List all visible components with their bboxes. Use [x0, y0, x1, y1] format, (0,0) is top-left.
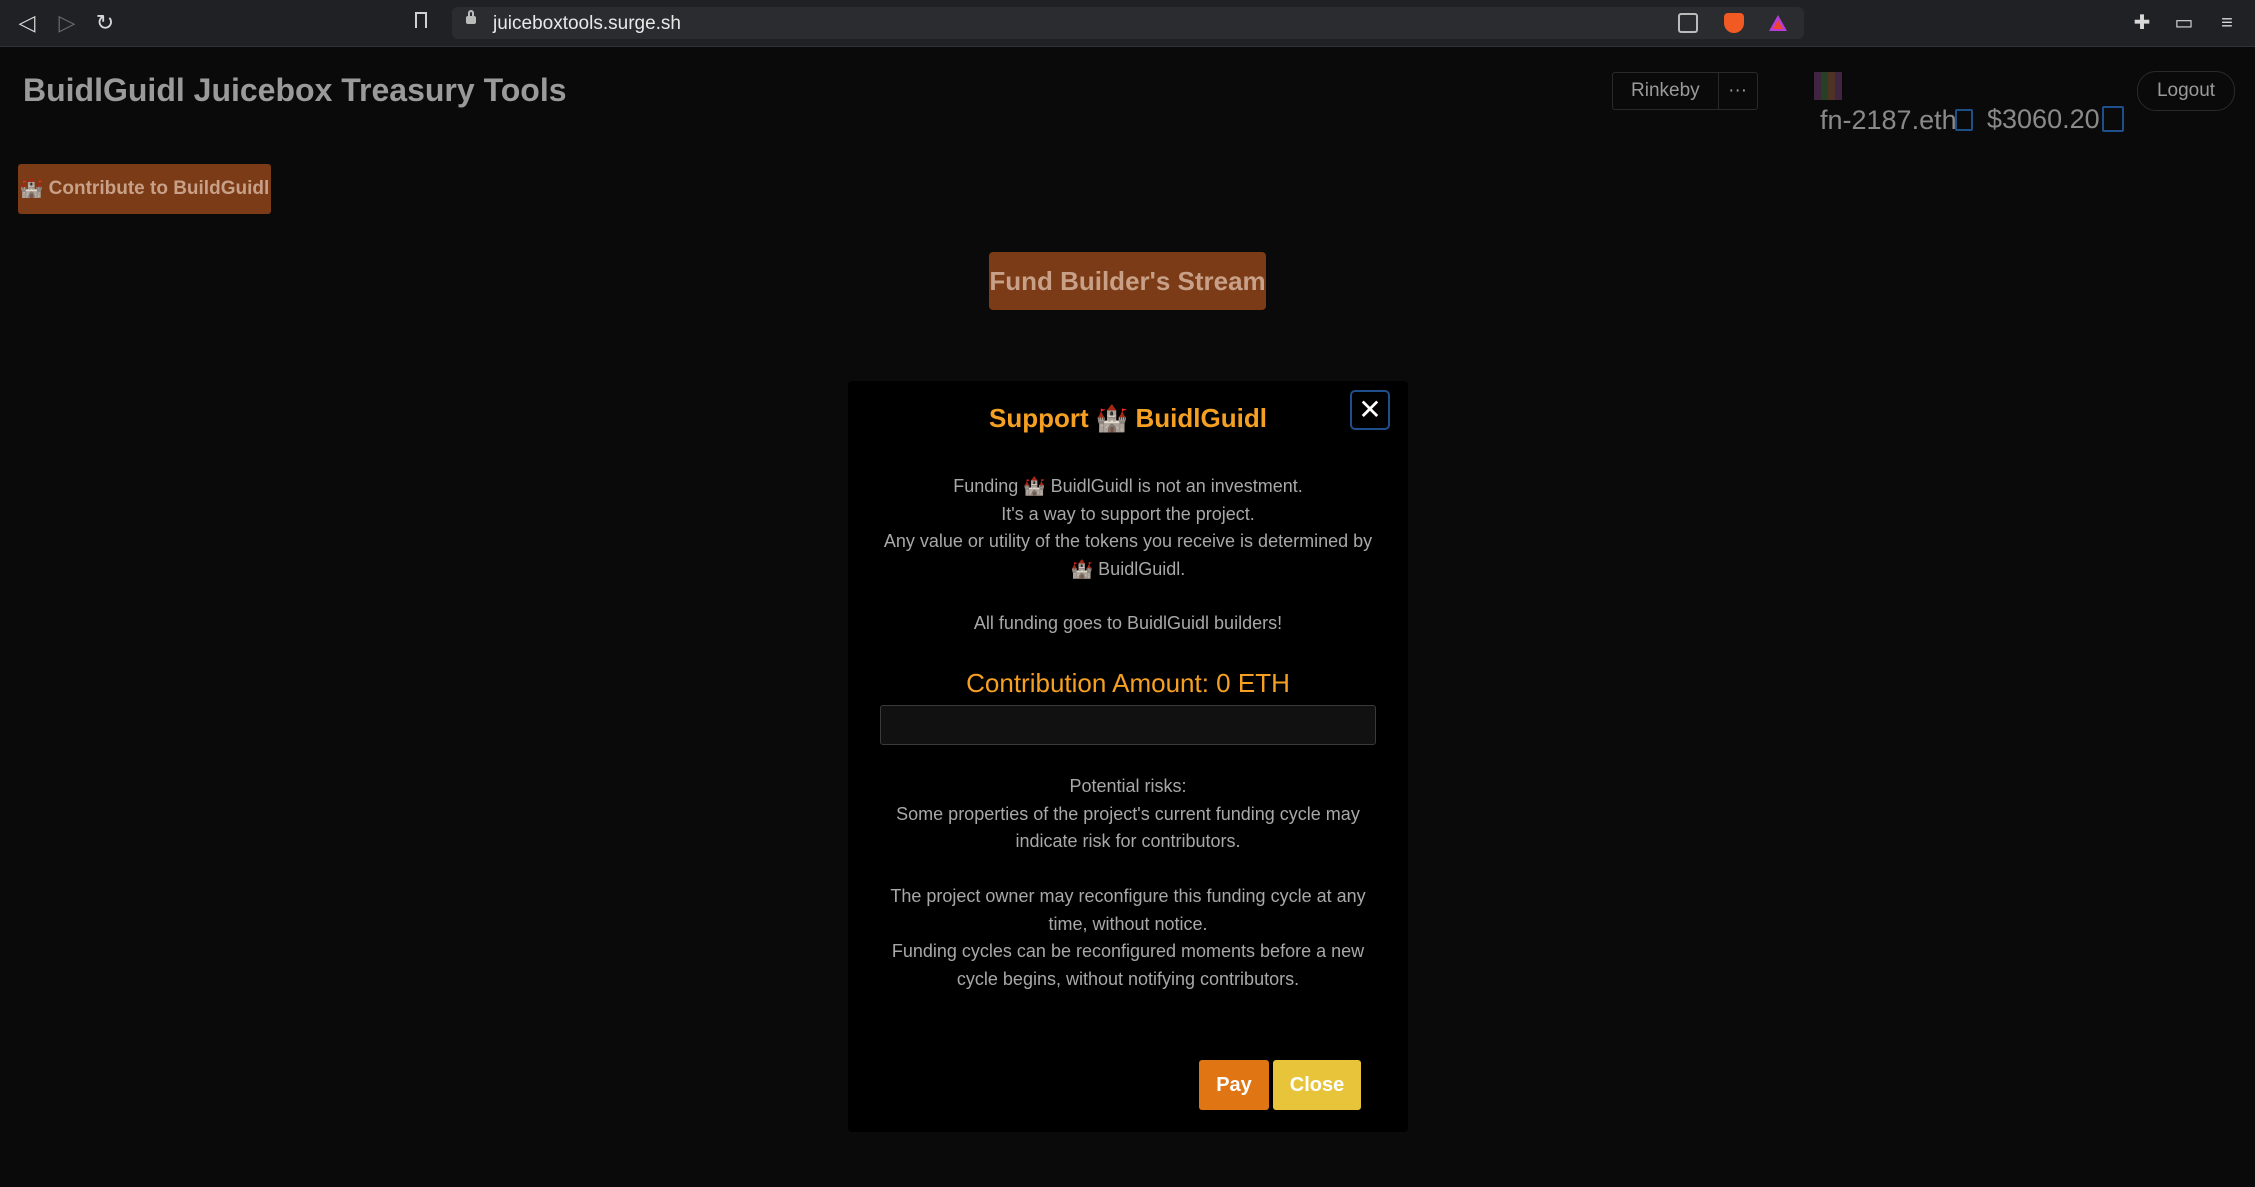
close-icon[interactable]: ✕ — [1350, 390, 1390, 430]
risks-line: time, without notice. — [1048, 913, 1208, 934]
risks-line: Funding cycles can be reconfigured momen… — [891, 941, 1365, 961]
menu-icon[interactable]: ≡ — [2215, 11, 2239, 35]
extensions-icon[interactable]: ✚ — [2130, 11, 2154, 35]
qr-icon[interactable] — [1678, 13, 1698, 33]
browser-toolbar: ◁ ▷ ↻ juiceboxtools.surge.sh ✚ ▭ ≡ — [0, 0, 2255, 47]
risks-text: Potential risks: Some properties of the … — [878, 773, 1378, 993]
risks-line: The project owner may reconfigure this f… — [890, 886, 1366, 906]
close-button[interactable]: Close — [1273, 1060, 1361, 1110]
back-icon[interactable]: ◁ — [14, 10, 40, 36]
modal-title: Support 🏰 BuidlGuidl — [989, 403, 1267, 433]
risks-title: Potential risks: — [1069, 776, 1187, 796]
contribution-amount-input[interactable] — [880, 705, 1376, 745]
address-bar[interactable]: juiceboxtools.surge.sh — [452, 7, 1804, 39]
disclaimer-line: 🏰 BuidlGuidl. — [1070, 558, 1186, 579]
forward-icon[interactable]: ▷ — [54, 10, 80, 36]
url-text: juiceboxtools.surge.sh — [493, 13, 681, 34]
reload-icon[interactable]: ↻ — [92, 10, 118, 36]
disclaimer-text: Funding 🏰 BuidlGuidl is not an investmen… — [878, 473, 1378, 583]
contribution-amount-label: Contribution Amount: 0 ETH — [966, 668, 1290, 698]
all-funding-text: All funding goes to BuidlGuidl builders! — [973, 613, 1283, 633]
support-modal: Support 🏰 BuidlGuidl ✕ Funding 🏰 BuidlGu… — [848, 381, 1408, 1132]
bookmark-icon[interactable] — [415, 12, 427, 28]
lock-icon — [466, 10, 476, 24]
disclaimer-line: Any value or utility of the tokens you r… — [883, 531, 1373, 551]
disclaimer-line: Funding 🏰 BuidlGuidl is not an investmen… — [953, 476, 1303, 496]
brave-shields-icon[interactable] — [1724, 13, 1744, 33]
disclaimer-line: It's a way to support the project. — [1001, 503, 1255, 524]
wallet-icon[interactable]: ▭ — [2172, 11, 2196, 35]
brave-rewards-icon[interactable] — [1768, 13, 1788, 33]
risks-line: cycle begins, without notifying contribu… — [956, 968, 1300, 989]
pay-button[interactable]: Pay — [1199, 1060, 1269, 1110]
risks-line: indicate risk for contributors. — [1015, 831, 1241, 851]
risks-line: Some properties of the project's current… — [896, 803, 1360, 824]
